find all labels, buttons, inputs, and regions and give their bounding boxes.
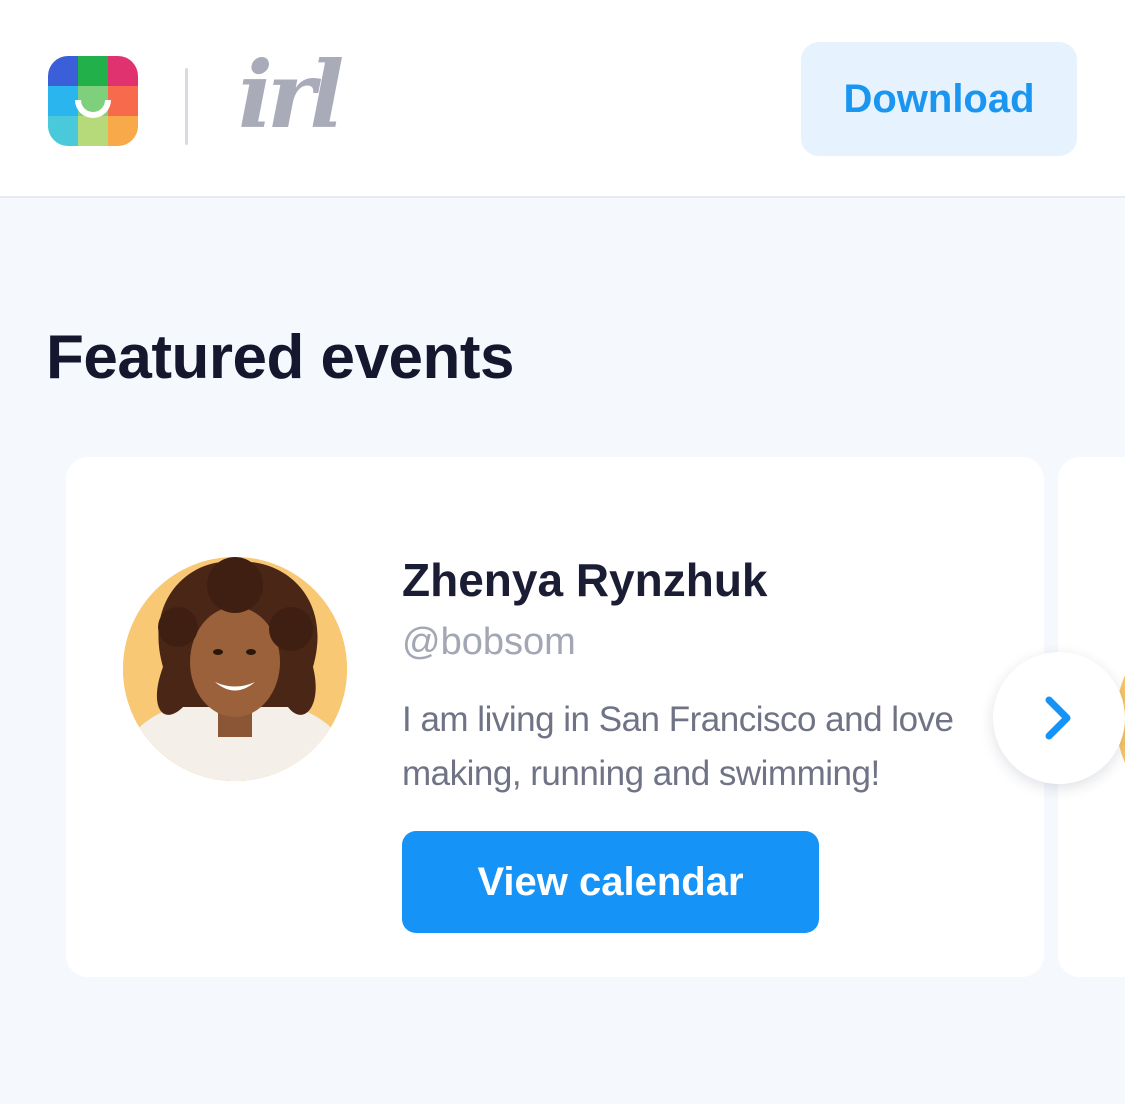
- event-host-handle[interactable]: @bobsom: [402, 621, 576, 664]
- chevron-right-icon: [1045, 696, 1071, 740]
- top-header: irl Download: [0, 0, 1125, 198]
- event-host-name: Zhenya Rynzhuk: [402, 554, 768, 606]
- event-host-bio: I am living in San Francisco and love ma…: [402, 700, 954, 793]
- logo-cell: [108, 56, 138, 86]
- logo-cell: [78, 116, 108, 146]
- logo-cell: [48, 56, 78, 86]
- logo-cell: [48, 86, 78, 116]
- logo-cell: [108, 86, 138, 116]
- app-logo-icon[interactable]: [48, 56, 138, 146]
- logo-cell: [48, 116, 78, 146]
- logo-divider: [185, 68, 188, 145]
- view-calendar-button[interactable]: View calendar: [402, 831, 819, 933]
- avatar: [123, 557, 347, 781]
- carousel-next-button[interactable]: [993, 652, 1125, 784]
- logo-cell: [108, 116, 138, 146]
- featured-event-card: Zhenya Rynzhuk @bobsom I am living in Sa…: [66, 457, 1044, 977]
- logo-cell: [78, 56, 108, 86]
- avatar-portrait-image: [123, 557, 347, 781]
- page: irl Download Featured events Zhenya Rynz…: [0, 0, 1125, 1104]
- brand-wordmark[interactable]: irl: [238, 40, 358, 150]
- download-button[interactable]: Download: [801, 42, 1077, 156]
- section-title: Featured events: [46, 323, 515, 392]
